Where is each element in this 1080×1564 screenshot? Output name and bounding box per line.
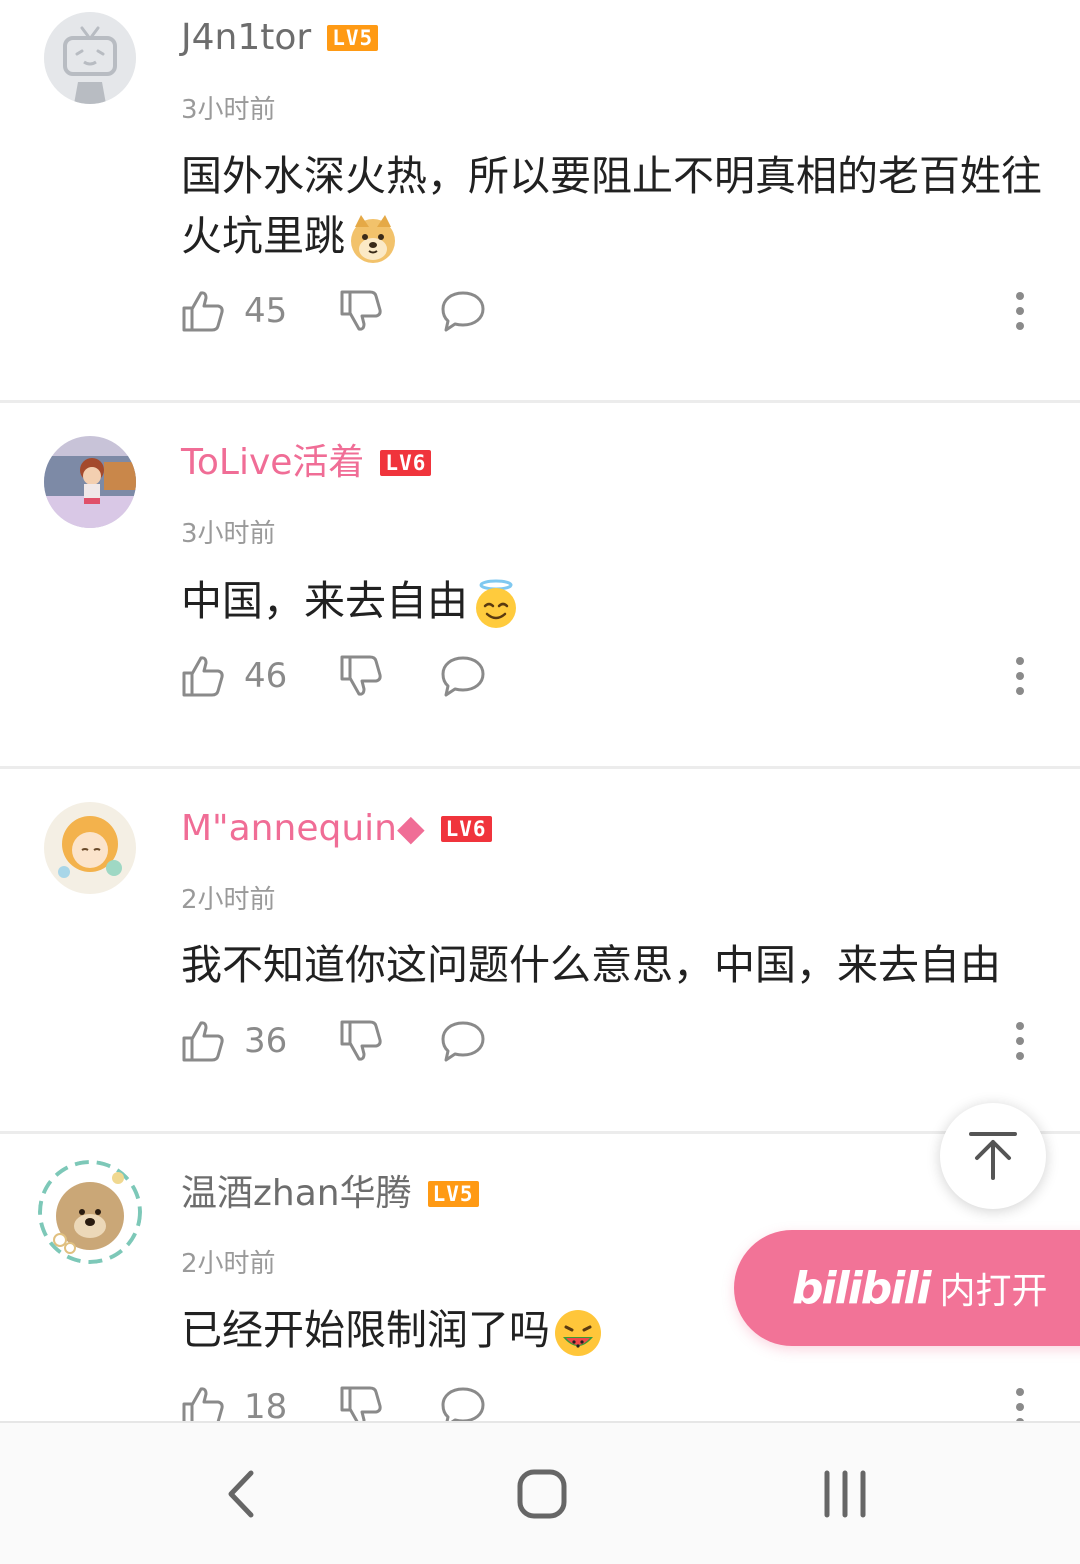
chevron-left-icon — [228, 1470, 254, 1518]
comment-time: 3小时前 — [181, 519, 276, 549]
home-square-icon — [517, 1469, 567, 1519]
bilibili-logo: bilibili — [792, 1262, 931, 1314]
arrow-up-icon — [969, 1132, 1017, 1180]
level-badge: LV6 — [380, 450, 432, 476]
comment-item: M"annequin◆ LV6 2小时前 我不知道你这问题什么意思，中国，来去自… — [0, 769, 1080, 1132]
like-count: 46 — [244, 656, 288, 696]
thumbs-down-icon — [340, 1386, 382, 1424]
comment-text: 中国，来去自由 — [181, 571, 1051, 631]
username[interactable]: 温酒zhan华腾 LV5 — [181, 1172, 479, 1216]
open-in-app-button[interactable]: bilibili 内打开 — [734, 1230, 1080, 1346]
recents-icon — [824, 1470, 866, 1518]
thumbs-up-icon — [182, 656, 224, 697]
avatar[interactable] — [44, 12, 136, 104]
speech-bubble-icon — [441, 1387, 485, 1424]
thumbs-down-icon — [340, 1020, 382, 1061]
level-badge: LV5 — [427, 1181, 479, 1207]
thumbs-down-icon — [340, 655, 382, 696]
comment-body: 国外水深火热，所以要阻止不明真相的老百姓往火坑里跳 — [181, 152, 1042, 260]
dislike-button[interactable] — [338, 1382, 384, 1424]
doge-emoji — [351, 215, 395, 263]
like-button[interactable]: 18 — [180, 1382, 287, 1424]
level-badge: LV6 — [440, 816, 492, 842]
username-text[interactable]: J4n1tor — [181, 16, 311, 60]
reply-button[interactable] — [440, 1016, 486, 1066]
avatar[interactable] — [38, 1160, 142, 1264]
comment-text: 国外水深火热，所以要阻止不明真相的老百姓往火坑里跳 — [181, 146, 1051, 266]
open-in-app-label: 内打开 — [939, 1271, 1048, 1312]
comment-actions: 45 — [180, 286, 1040, 336]
thumbs-down-icon — [340, 290, 382, 331]
more-vertical-icon[interactable] — [1012, 1384, 1028, 1424]
comment-time: 2小时前 — [181, 1249, 276, 1279]
comment-item: J4n1tor LV5 3小时前 国外水深火热，所以要阻止不明真相的老百姓往火坑… — [0, 0, 1080, 402]
more-vertical-icon[interactable] — [1012, 1018, 1028, 1064]
avatar[interactable] — [44, 802, 136, 894]
comment-body: 已经开始限制润了吗 — [181, 1306, 550, 1354]
comment-actions: 36 — [180, 1016, 1040, 1066]
speech-bubble-icon — [441, 656, 485, 697]
nav-back-button[interactable] — [206, 1459, 276, 1529]
nav-home-button[interactable] — [507, 1459, 577, 1529]
username-text[interactable]: 温酒zhan华腾 — [181, 1172, 412, 1216]
comment-actions: 18 — [180, 1382, 1040, 1424]
comment-body: 我不知道你这问题什么意思，中国，来去自由 — [181, 941, 1001, 989]
username[interactable]: M"annequin◆ LV6 — [181, 807, 492, 851]
username[interactable]: ToLive活着 LV6 — [181, 441, 432, 485]
speech-bubble-icon — [441, 291, 485, 332]
nav-recents-button[interactable] — [810, 1459, 880, 1529]
comment-time: 3小时前 — [181, 95, 276, 125]
avatar[interactable] — [44, 436, 136, 528]
dislike-button[interactable] — [338, 286, 384, 336]
comment-item: ToLive活着 LV6 3小时前 中国，来去自由 46 — [0, 403, 1080, 767]
like-count: 36 — [244, 1021, 288, 1061]
back-to-top-button[interactable] — [940, 1103, 1046, 1209]
speech-bubble-icon — [441, 1021, 485, 1062]
thumbs-up-icon — [182, 1021, 224, 1062]
username[interactable]: J4n1tor LV5 — [181, 16, 379, 60]
dislike-button[interactable] — [338, 651, 384, 701]
more-vertical-icon[interactable] — [1012, 288, 1028, 334]
username-text[interactable]: M"annequin◆ — [181, 807, 425, 851]
level-badge: LV5 — [327, 25, 379, 51]
comment-time: 2小时前 — [181, 885, 276, 915]
like-button[interactable]: 46 — [180, 651, 287, 701]
like-count: 18 — [244, 1387, 288, 1424]
dislike-button[interactable] — [338, 1016, 384, 1066]
comment-body: 中国，来去自由 — [181, 577, 468, 625]
thumbs-up-icon — [182, 1387, 224, 1424]
username-text[interactable]: ToLive活着 — [181, 441, 364, 485]
like-count: 45 — [244, 291, 288, 331]
reply-button[interactable] — [440, 651, 486, 701]
comment-text: 我不知道你这问题什么意思，中国，来去自由 — [181, 935, 1051, 995]
comment-actions: 46 — [180, 651, 1040, 701]
system-nav-bar — [0, 1421, 1080, 1564]
watermelon-eating-emoji — [555, 1310, 601, 1356]
like-button[interactable]: 36 — [180, 1016, 287, 1066]
like-button[interactable]: 45 — [180, 286, 287, 336]
reply-button[interactable] — [440, 1382, 486, 1424]
more-vertical-icon[interactable] — [1012, 653, 1028, 699]
halo-smile-emoji — [476, 579, 516, 628]
thumbs-up-icon — [182, 291, 224, 332]
reply-button[interactable] — [440, 286, 486, 336]
